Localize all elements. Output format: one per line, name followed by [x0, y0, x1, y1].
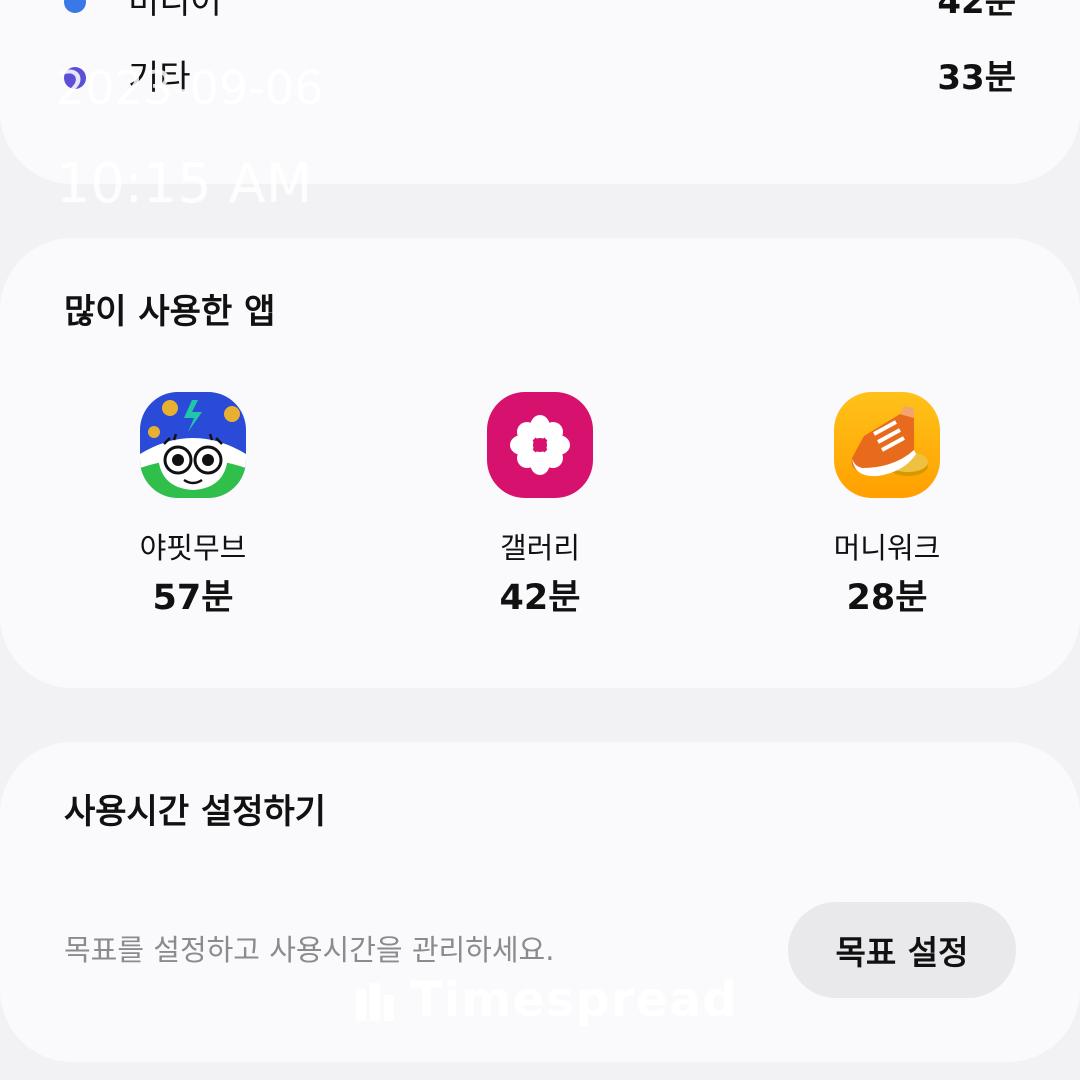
- category-value: 33분: [937, 58, 1016, 98]
- watermark: Timespread: [356, 972, 738, 1028]
- category-label: 미디어: [128, 0, 222, 22]
- timestamp-date: 2023-09-06: [56, 61, 324, 115]
- top-app-gallery[interactable]: 갤러리 42분: [420, 392, 660, 618]
- app-time: 28분: [846, 578, 928, 618]
- top-app-money-walk[interactable]: 머니워크 28분: [767, 392, 1007, 618]
- set-goal-button[interactable]: 목표 설정: [788, 902, 1016, 998]
- watermark-text: Timespread: [410, 972, 738, 1028]
- top-app-yafit-move[interactable]: 야핏무브 57분: [73, 392, 313, 618]
- category-dot-icon: [64, 0, 86, 13]
- app-name: 야핏무브: [139, 531, 247, 565]
- money-walk-icon: [834, 392, 940, 498]
- gallery-icon: [487, 392, 593, 498]
- app-time: 57분: [152, 578, 234, 618]
- timestamp-time: 10:15 AM: [56, 152, 313, 215]
- category-row-media[interactable]: 미디어 42분: [0, 0, 1080, 32]
- app-name: 머니워크: [833, 531, 941, 565]
- yafit-move-icon: [140, 392, 246, 498]
- app-name: 갤러리: [499, 531, 581, 565]
- category-value: 42분: [937, 0, 1016, 22]
- app-time: 42분: [499, 578, 581, 618]
- top-apps-title: 많이 사용한 앱: [64, 292, 276, 332]
- goal-description: 목표를 설정하고 사용시간을 관리하세요.: [64, 933, 555, 967]
- watermark-logo-icon: [356, 979, 396, 1021]
- goal-title: 사용시간 설정하기: [64, 792, 327, 832]
